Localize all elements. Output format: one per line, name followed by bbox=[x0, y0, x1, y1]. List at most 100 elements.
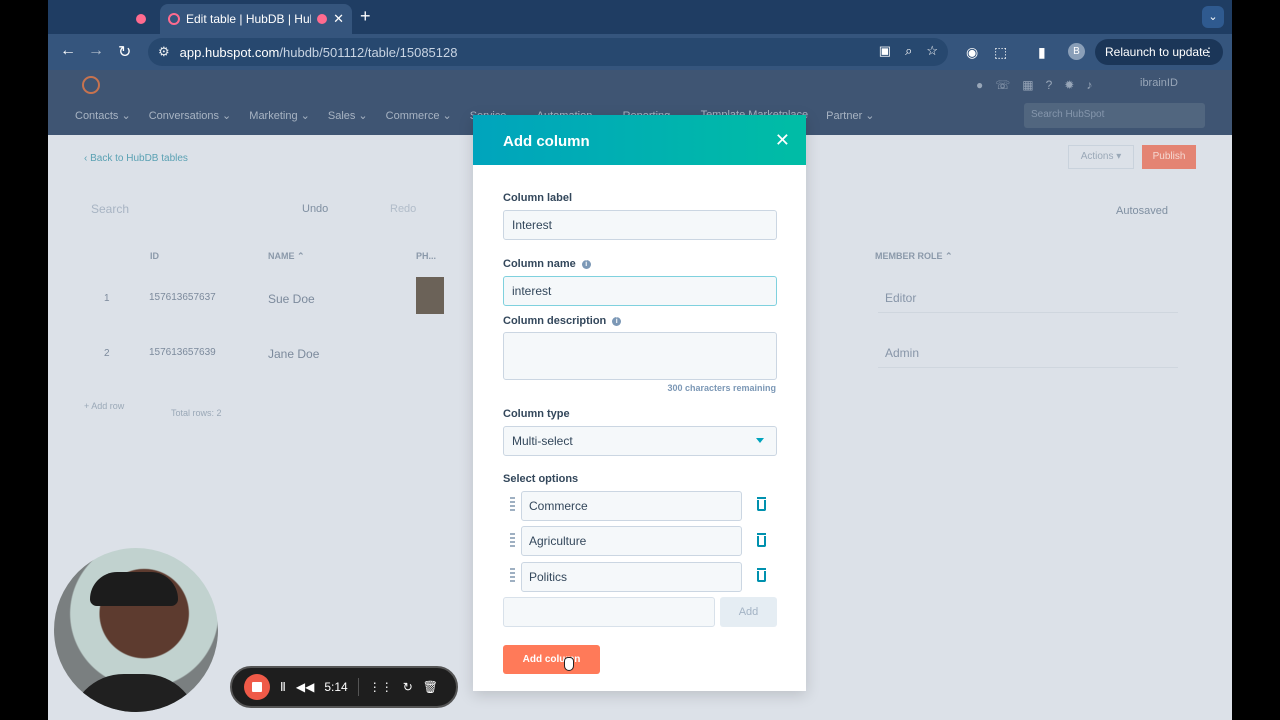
back-icon[interactable]: ← bbox=[60, 42, 76, 60]
reload-icon[interactable]: ↻ bbox=[118, 42, 131, 62]
menu-commerce[interactable]: Commerce ⌄ bbox=[386, 109, 452, 122]
account-menu[interactable]: ibrainID bbox=[1140, 77, 1178, 89]
total-rows: Total rows: 2 bbox=[171, 408, 222, 418]
publish-button[interactable]: Publish bbox=[1142, 145, 1196, 169]
presenter-shirt bbox=[69, 674, 199, 712]
menu-contacts[interactable]: Contacts ⌄ bbox=[75, 109, 131, 122]
row-id: 157613657639 bbox=[149, 347, 216, 358]
pause-icon[interactable]: Ⅱ bbox=[280, 680, 286, 694]
col-header-member-role[interactable]: MEMBER ROLE ⌃ bbox=[875, 251, 953, 262]
hubspot-search-input[interactable]: Search HubSpot bbox=[1024, 103, 1205, 128]
relaunch-button[interactable]: Relaunch to update ⋮ bbox=[1095, 39, 1223, 65]
extension-badge-icon[interactable]: ◉ bbox=[966, 44, 978, 61]
row-number: 1 bbox=[104, 293, 110, 304]
delete-option-icon[interactable] bbox=[757, 497, 766, 511]
rewind-icon[interactable]: ◀◀ bbox=[296, 680, 314, 694]
option-input[interactable]: Agriculture bbox=[521, 526, 742, 556]
menu-sales[interactable]: Sales ⌄ bbox=[328, 109, 368, 122]
notifications-icon[interactable]: ♪ bbox=[1086, 78, 1092, 92]
column-description-input[interactable] bbox=[503, 332, 777, 380]
zoom-icon[interactable]: ⌕ bbox=[905, 43, 912, 59]
col-header-id: ID bbox=[150, 251, 159, 261]
row-name[interactable]: Jane Doe bbox=[268, 347, 319, 361]
settings-icon[interactable]: ✹ bbox=[1064, 78, 1074, 92]
option-input[interactable]: Politics bbox=[521, 562, 742, 592]
modal-title: Add column bbox=[503, 133, 590, 150]
presenter-cap bbox=[90, 572, 178, 606]
row-photo[interactable] bbox=[416, 277, 444, 314]
column-name-input[interactable]: interest bbox=[503, 276, 777, 306]
select-options-label: Select options bbox=[503, 473, 579, 485]
help-icon[interactable]: ? bbox=[1046, 78, 1053, 92]
column-type-value: Multi-select bbox=[512, 434, 573, 448]
trash-icon[interactable]: 🗑 bbox=[423, 680, 438, 694]
address-bar[interactable]: ⚙ app.hubspot.com/hubdb/501112/table/150… bbox=[148, 38, 948, 66]
column-label-label: Column label bbox=[503, 192, 573, 204]
site-info-icon[interactable]: ⚙ bbox=[158, 44, 170, 60]
inactive-tab[interactable] bbox=[48, 4, 158, 34]
menu-partner[interactable]: Partner ⌄ bbox=[826, 109, 874, 122]
row-id: 157613657637 bbox=[149, 292, 216, 303]
column-label-input[interactable]: Interest bbox=[503, 210, 777, 240]
stop-recording-button[interactable] bbox=[244, 674, 270, 700]
browser-toolbar: ← → ↻ ⚙ app.hubspot.com/hubdb/501112/tab… bbox=[48, 34, 1232, 70]
row-number: 2 bbox=[104, 348, 110, 359]
recording-icon bbox=[136, 14, 146, 24]
profile-avatar[interactable]: B bbox=[1068, 43, 1085, 60]
new-tab-icon[interactable]: + bbox=[360, 6, 371, 27]
restart-icon[interactable]: ↻ bbox=[403, 680, 413, 694]
hubspot-logo-icon[interactable] bbox=[82, 76, 100, 94]
webcam-overlay bbox=[54, 548, 218, 712]
back-to-tables-link[interactable]: ‹ Back to HubDB tables bbox=[84, 153, 188, 164]
divider bbox=[357, 678, 359, 696]
delete-option-icon[interactable] bbox=[757, 533, 766, 547]
new-option-input[interactable] bbox=[503, 597, 715, 627]
url-path: /hubdb/501112/table/15085128 bbox=[279, 44, 458, 60]
close-tab-icon[interactable]: ✕ bbox=[333, 11, 344, 27]
modal-header: Add column ✕ bbox=[473, 115, 806, 165]
autosaved-status: Autosaved bbox=[1116, 205, 1168, 217]
extensions-icon[interactable]: ⬚ bbox=[994, 44, 1007, 61]
drag-handle-icon[interactable] bbox=[510, 533, 515, 549]
add-option-button[interactable]: Add bbox=[720, 597, 777, 627]
role-dropdown[interactable]: Editor bbox=[878, 283, 1178, 313]
more-icon[interactable]: ⋮ bbox=[1203, 39, 1215, 65]
tab-bar: Edit table | HubDB | HubSpot ✕ + ⌄ bbox=[48, 0, 1232, 34]
add-row-button[interactable]: + Add row bbox=[84, 401, 124, 411]
column-name-label: Column name i bbox=[503, 258, 591, 270]
add-column-button[interactable]: Add column bbox=[503, 645, 600, 674]
camera-icon[interactable]: ▣ bbox=[879, 43, 891, 59]
bookmark-star-icon[interactable]: ☆ bbox=[926, 43, 938, 59]
col-header-name[interactable]: NAME ⌃ bbox=[268, 251, 305, 262]
column-type-select[interactable]: Multi-select bbox=[503, 426, 777, 456]
active-tab[interactable]: Edit table | HubDB | HubSpot ✕ bbox=[160, 4, 352, 34]
tab-search-icon[interactable]: ⌄ bbox=[1202, 6, 1224, 28]
menu-marketing[interactable]: Marketing ⌄ bbox=[249, 109, 310, 122]
actions-dropdown[interactable]: Actions ▾ bbox=[1068, 145, 1134, 169]
menu-conversations[interactable]: Conversations ⌄ bbox=[149, 109, 232, 122]
characters-remaining: 300 characters remaining bbox=[667, 383, 776, 393]
column-name-text: Column name bbox=[503, 258, 576, 270]
role-dropdown[interactable]: Admin bbox=[878, 338, 1178, 368]
hubspot-favicon-icon bbox=[168, 13, 180, 25]
column-type-label: Column type bbox=[503, 408, 570, 420]
utility-icons: ● ☏ ▦ ? ✹ ♪ bbox=[976, 78, 1092, 92]
side-panel-icon[interactable]: ▮ bbox=[1038, 44, 1046, 61]
calling-icon[interactable]: ☏ bbox=[995, 78, 1010, 92]
table-search-input[interactable]: Search bbox=[84, 195, 254, 223]
redo-button[interactable]: Redo bbox=[376, 195, 452, 223]
drag-handle-icon[interactable] bbox=[510, 568, 515, 584]
drag-handle-icon[interactable] bbox=[510, 497, 515, 513]
upgrade-icon[interactable]: ● bbox=[976, 78, 983, 92]
row-name[interactable]: Sue Doe bbox=[268, 292, 315, 306]
delete-option-icon[interactable] bbox=[757, 568, 766, 582]
col-header-photo[interactable]: PH... bbox=[416, 251, 436, 261]
forward-icon[interactable]: → bbox=[88, 42, 104, 60]
option-input[interactable]: Commerce bbox=[521, 491, 742, 521]
undo-button[interactable]: Undo bbox=[288, 195, 366, 223]
close-icon[interactable]: ✕ bbox=[775, 130, 790, 151]
recording-time: 5:14 bbox=[324, 680, 348, 694]
grid-icon[interactable]: ⋮⋮ bbox=[369, 680, 393, 694]
marketplace-icon[interactable]: ▦ bbox=[1022, 78, 1033, 92]
hand-cursor-icon bbox=[564, 657, 574, 671]
